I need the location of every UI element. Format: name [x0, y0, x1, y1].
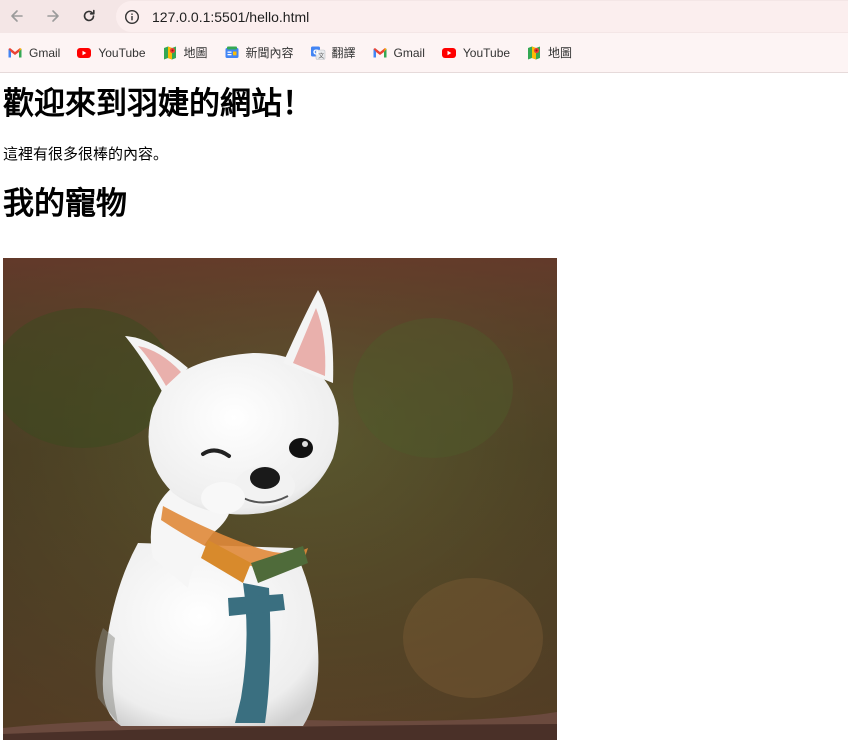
bookmarks-bar: Gmail YouTube 地圖 新聞內容 G文 翻譯 Gmail YouTub…	[0, 33, 848, 73]
youtube-icon	[441, 45, 457, 61]
bookmark-youtube[interactable]: YouTube	[441, 45, 510, 61]
translate-icon: G文	[310, 45, 326, 61]
bookmark-maps[interactable]: 地圖	[526, 44, 572, 61]
bookmark-label: YouTube	[98, 45, 146, 60]
svg-text:文: 文	[318, 51, 324, 59]
reload-icon	[83, 9, 95, 22]
intro-text: 這裡有很多很棒的內容。	[3, 145, 169, 163]
info-icon[interactable]	[124, 9, 140, 25]
bookmark-label: Gmail	[393, 45, 425, 60]
news-icon	[224, 45, 240, 61]
chihuahua-image	[3, 258, 557, 740]
arrow-right-icon	[47, 10, 59, 22]
bookmark-label: 地圖	[548, 46, 573, 60]
youtube-icon	[76, 45, 92, 61]
pet-photo	[3, 258, 557, 740]
pets-heading: 我的寵物	[3, 186, 127, 222]
gmail-icon	[372, 45, 388, 61]
address-bar[interactable]: 127.0.0.1:5501/hello.html	[116, 1, 848, 32]
bookmark-gmail[interactable]: Gmail	[7, 45, 60, 61]
bookmark-label: YouTube	[462, 45, 511, 60]
page-content: 歡迎來到羽婕的網站！ 這裡有很多很棒的內容。 我的寵物	[3, 74, 843, 740]
gmail-icon	[7, 45, 23, 61]
maps-icon	[526, 45, 542, 61]
back-button[interactable]	[5, 4, 29, 28]
page-title: 歡迎來到羽婕的網站！	[3, 86, 313, 122]
bookmark-label: 地圖	[183, 46, 208, 60]
bookmark-translate[interactable]: G文 翻譯	[310, 44, 356, 61]
bookmark-gmail[interactable]: Gmail	[372, 45, 425, 61]
browser-toolbar: 127.0.0.1:5501/hello.html	[0, 0, 848, 33]
bookmark-youtube[interactable]: YouTube	[76, 45, 146, 61]
reload-button[interactable]	[77, 4, 101, 28]
bookmark-news[interactable]: 新聞內容	[224, 44, 294, 61]
bookmark-label: 新聞內容	[245, 46, 294, 60]
forward-button[interactable]	[41, 4, 65, 28]
maps-icon	[162, 45, 178, 61]
bookmark-maps[interactable]: 地圖	[162, 44, 208, 61]
bookmark-label: 翻譯	[331, 46, 356, 60]
bookmark-label: Gmail	[29, 45, 61, 60]
url-text[interactable]: 127.0.0.1:5501/hello.html	[152, 9, 309, 25]
arrow-left-icon	[11, 10, 23, 22]
